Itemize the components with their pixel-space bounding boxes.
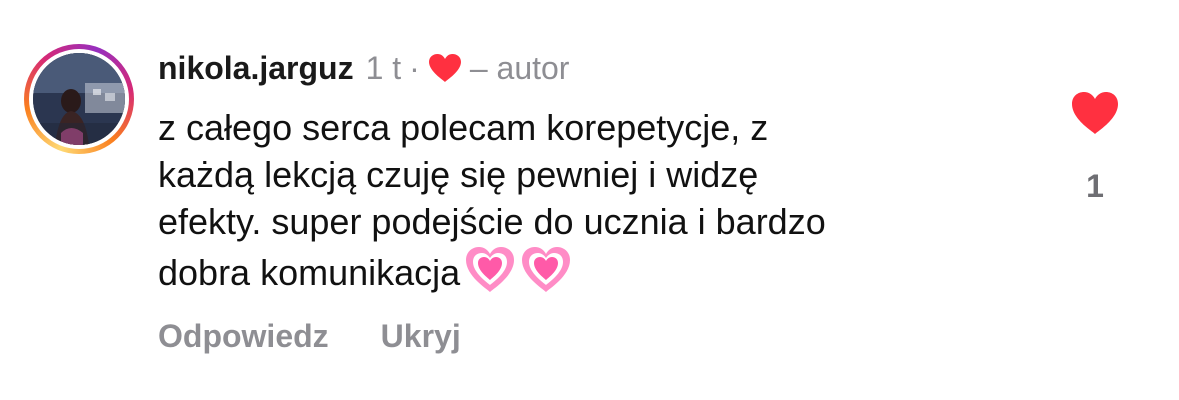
comment-text-line-last: dobra komunikacja — [158, 245, 1018, 296]
comment-actions: Odpowiedz Ukryj — [158, 318, 461, 355]
comment-text-line: każdą lekcją czuję się pewniej i widzę — [158, 154, 759, 195]
avatar-story-ring[interactable] — [24, 44, 134, 154]
comment-header: nikola.jarguz 1 t · – autor — [158, 48, 569, 88]
username[interactable]: nikola.jarguz — [158, 50, 354, 87]
like-count[interactable]: 1 — [1070, 168, 1120, 205]
avatar[interactable] — [33, 53, 125, 145]
comment-text-line: efekty. super podejście do ucznia i bard… — [158, 201, 826, 242]
like-heart-icon[interactable] — [1070, 90, 1120, 136]
separator-dot: · — [409, 49, 420, 86]
comment-text: z całego serca polecam korepetycje, z ka… — [158, 104, 1018, 296]
comment-text-line: dobra komunikacja — [158, 252, 461, 293]
comment-text-line: z całego serca polecam korepetycje, z — [158, 107, 769, 148]
hide-button[interactable]: Ukryj — [381, 318, 461, 355]
comment: nikola.jarguz 1 t · – autor z całego ser… — [0, 0, 1179, 400]
reply-button[interactable]: Odpowiedz — [158, 318, 329, 355]
timestamp: 1 t — [365, 49, 402, 86]
avatar-photo — [33, 53, 125, 145]
growing-heart-emoji-icon — [520, 245, 572, 295]
author-badge: – autor — [469, 49, 570, 86]
growing-heart-emoji-icon — [464, 245, 516, 295]
author-liked-heart-icon — [428, 53, 462, 83]
